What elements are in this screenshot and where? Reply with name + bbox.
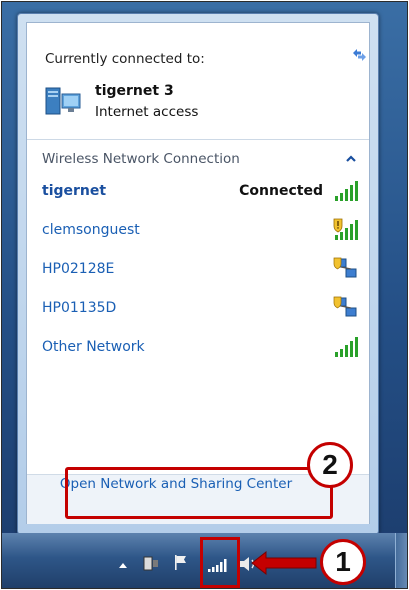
signal-bars-icon	[335, 337, 358, 357]
screenshot-frame: Currently connected to: tigernet 3 Inter…	[1, 1, 408, 589]
signal-bars-icon	[333, 218, 358, 240]
taskbar-device-icon[interactable]	[142, 554, 160, 572]
callout-two: 2	[307, 442, 353, 488]
current-connection-status: Internet access	[95, 104, 199, 120]
network-name: HP02128E	[42, 261, 115, 277]
currently-connected-label: Currently connected to:	[45, 51, 205, 67]
network-item-hp02128e[interactable]: HP02128E	[27, 253, 369, 287]
wireless-section-header[interactable]: Wireless Network Connection	[27, 140, 369, 174]
wireless-section-title: Wireless Network Connection	[42, 151, 240, 167]
network-name: clemsonguest	[42, 222, 140, 238]
network-name: HP01135D	[42, 300, 117, 316]
network-computer-icon	[45, 87, 81, 115]
collapse-chevron-icon[interactable]	[345, 154, 357, 164]
highlight-box-sharing-center	[65, 467, 333, 519]
network-name: Other Network	[42, 339, 145, 355]
adhoc-network-icon	[333, 296, 357, 317]
network-name: tigernet	[42, 183, 107, 199]
show-desktop-button[interactable]	[395, 533, 407, 588]
network-item-other-network[interactable]: Other Network	[27, 331, 369, 365]
network-item-hp01135d[interactable]: HP01135D	[27, 292, 369, 326]
signal-bars-icon	[335, 181, 358, 201]
network-status: Connected	[239, 183, 323, 199]
network-item-clemsonguest[interactable]: clemsonguest	[27, 214, 369, 248]
shield-warning-icon	[333, 218, 343, 233]
flag-icon[interactable]	[172, 553, 190, 571]
arrow-pointer-icon	[251, 550, 317, 576]
network-item-tigernet[interactable]: tigernet Connected	[27, 175, 369, 209]
taskbar-wifi-signal-icon[interactable]	[207, 559, 227, 573]
current-connection-name: tigernet 3	[95, 83, 174, 99]
callout-one: 1	[320, 539, 366, 585]
show-hidden-icons-arrow[interactable]	[118, 561, 128, 569]
refresh-icon[interactable]	[350, 45, 368, 63]
adhoc-network-icon	[333, 257, 357, 278]
